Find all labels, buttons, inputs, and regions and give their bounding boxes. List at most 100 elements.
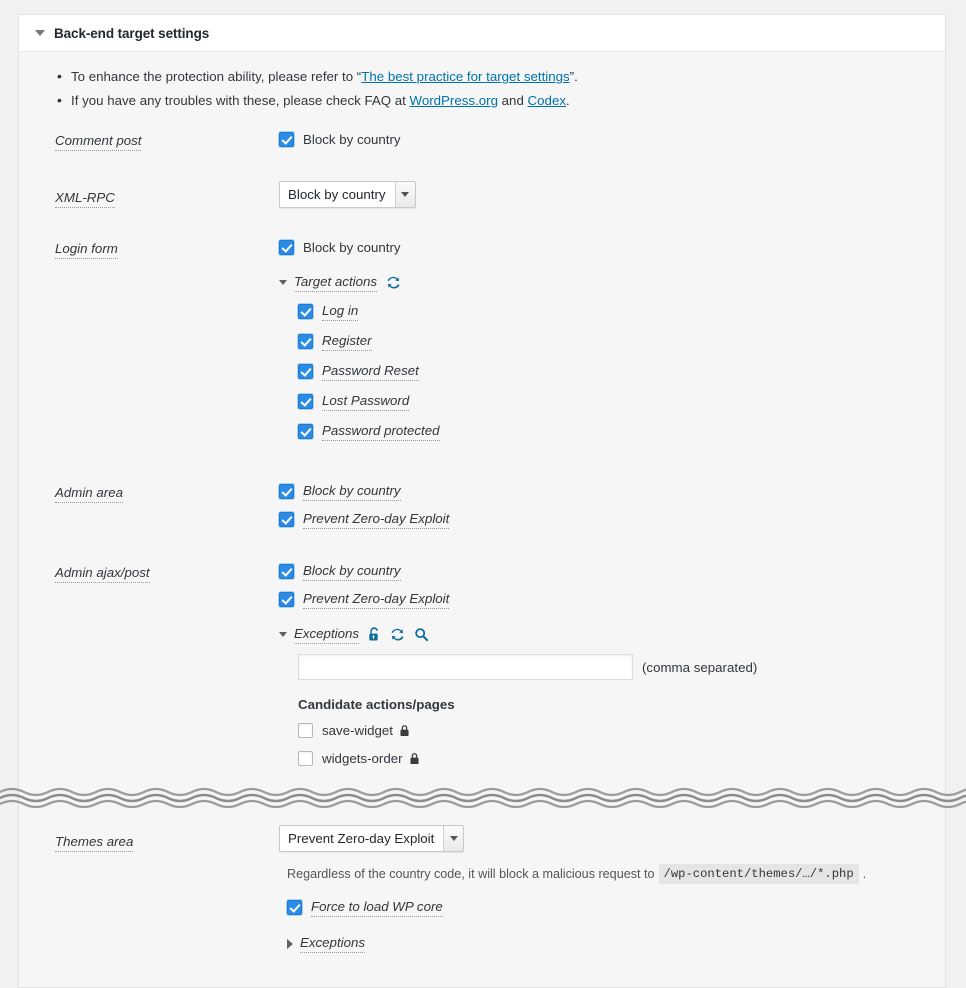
checkbox-force-to-load-wp-core[interactable] — [287, 900, 302, 915]
checkbox-admin-ajax-prevent-zero-day-exploit[interactable] — [279, 592, 294, 607]
checkbox-admin-area-block-by-country[interactable] — [279, 484, 294, 499]
checkbox-row[interactable]: Password Reset — [298, 362, 945, 381]
note-text: ”. — [570, 69, 578, 84]
label-comment-post[interactable]: Comment post — [55, 132, 141, 151]
chevron-right-icon[interactable] — [287, 939, 293, 949]
row-fields-cell: Prevent Zero-day Exploit Regardless of t… — [279, 825, 945, 953]
torn-separator-wrapper — [19, 787, 945, 817]
panel-body: To enhance the protection ability, pleas… — [19, 52, 945, 987]
checkbox-row[interactable]: Force to load WP core — [287, 898, 945, 917]
row-login-form: Login form Block by country Target actio… — [19, 238, 945, 452]
chevron-down-icon[interactable] — [279, 632, 287, 637]
select-themes-area[interactable]: Prevent Zero-day Exploit — [279, 825, 464, 852]
checkbox-row[interactable]: Register — [298, 332, 945, 351]
target-actions-header[interactable]: Target actions — [279, 273, 945, 292]
intro-note-list: To enhance the protection ability, pleas… — [19, 66, 945, 112]
candidate-actions-heading: Candidate actions/pages — [298, 697, 945, 712]
checkbox-row[interactable]: save-widget — [298, 721, 945, 740]
checkbox-row[interactable]: widgets-order — [298, 749, 945, 768]
checkbox-label: Block by country — [303, 482, 401, 501]
row-comment-post: Comment post Block by country — [19, 130, 945, 151]
checkbox-widgets-order[interactable] — [298, 751, 313, 766]
panel-header[interactable]: Back-end target settings — [19, 15, 945, 52]
chevron-down-icon[interactable] — [35, 30, 45, 36]
checkbox-row[interactable]: Block by country — [279, 562, 945, 581]
bottom-spacer — [19, 953, 945, 987]
themes-exceptions-label[interactable]: Exceptions — [300, 934, 365, 953]
checkbox-label: Password Reset — [322, 362, 419, 381]
wordpress-org-link[interactable]: WordPress.org — [410, 93, 498, 108]
checkbox-label: Block by country — [303, 131, 401, 148]
torn-edge-separator — [0, 787, 966, 811]
exceptions-hint: (comma separated) — [642, 660, 757, 675]
note-text: and — [498, 93, 528, 108]
exceptions-label[interactable]: Exceptions — [294, 625, 359, 644]
row-label-cell: Comment post — [55, 130, 279, 151]
row-fields-cell: Block by country Target actions — [279, 238, 945, 452]
select-xml-rpc[interactable]: Block by country — [279, 181, 416, 208]
checkbox-row[interactable]: Prevent Zero-day Exploit — [279, 590, 945, 609]
row-fields-cell: Block by country — [279, 181, 945, 208]
label-admin-ajax-post[interactable]: Admin ajax/post — [55, 564, 150, 583]
checkbox-password-protected[interactable] — [298, 424, 313, 439]
select-value: Block by country — [280, 182, 395, 207]
target-actions-label[interactable]: Target actions — [294, 273, 377, 292]
checkbox-row[interactable]: Log in — [298, 302, 945, 321]
checkbox-label: Password protected — [322, 422, 440, 441]
row-admin-area: Admin area Block by country Prevent Zero… — [19, 482, 945, 529]
checkbox-label: widgets-order — [322, 751, 403, 766]
checkbox-lost-password[interactable] — [298, 394, 313, 409]
checkbox-row[interactable]: Lost Password — [298, 392, 945, 411]
search-icon[interactable] — [414, 627, 429, 642]
list-item: If you have any troubles with these, ple… — [71, 90, 945, 112]
chevron-down-icon[interactable] — [279, 280, 287, 285]
codex-link[interactable]: Codex — [528, 93, 566, 108]
candidate-actions-list: save-widget widgets-ord — [298, 721, 945, 768]
target-actions-items: Log in Register Password Reset — [279, 302, 945, 441]
label-login-form[interactable]: Login form — [55, 240, 118, 259]
refresh-icon[interactable] — [386, 275, 401, 290]
description-text: Regardless of the country code, it will … — [287, 867, 655, 881]
list-item: To enhance the protection ability, pleas… — [71, 66, 945, 88]
label-themes-area[interactable]: Themes area — [55, 833, 133, 852]
best-practice-link[interactable]: The best practice for target settings — [361, 69, 569, 84]
row-fields-cell: Block by country Prevent Zero-day Exploi… — [279, 482, 945, 529]
exceptions-input-row: (comma separated) — [298, 654, 945, 680]
checkbox-row[interactable]: Block by country — [279, 130, 945, 149]
row-fields-cell: Block by country Prevent Zero-day Exploi… — [279, 562, 945, 777]
back-end-target-settings-panel: Back-end target settings To enhance the … — [18, 14, 946, 988]
lock-icon — [399, 724, 410, 737]
checkbox-admin-ajax-block-by-country[interactable] — [279, 564, 294, 579]
checkbox-row[interactable]: Password protected — [298, 422, 945, 441]
checkbox-login-form-block-by-country[interactable] — [279, 240, 294, 255]
themes-exceptions-header[interactable]: Exceptions — [287, 934, 945, 953]
label-admin-area[interactable]: Admin area — [55, 484, 123, 503]
unlock-icon[interactable] — [368, 627, 381, 642]
checkbox-row[interactable]: Prevent Zero-day Exploit — [279, 510, 945, 529]
chevron-down-icon[interactable] — [443, 826, 463, 851]
exceptions-header[interactable]: Exceptions — [279, 625, 945, 644]
checkbox-label: Prevent Zero-day Exploit — [303, 510, 449, 529]
row-label-cell: Themes area — [55, 825, 279, 852]
checkbox-password-reset[interactable] — [298, 364, 313, 379]
label-xml-rpc[interactable]: XML-RPC — [55, 189, 115, 208]
checkbox-save-widget[interactable] — [298, 723, 313, 738]
checkbox-label: Lost Password — [322, 392, 409, 411]
checkbox-admin-area-prevent-zero-day-exploit[interactable] — [279, 512, 294, 527]
checkbox-label: save-widget — [322, 723, 393, 738]
checkbox-row[interactable]: Block by country — [279, 482, 945, 501]
checkbox-row[interactable]: Block by country — [279, 238, 945, 257]
checkbox-comment-post-block-by-country[interactable] — [279, 132, 294, 147]
themes-description: Regardless of the country code, it will … — [287, 864, 945, 884]
checkbox-label: Block by country — [303, 239, 401, 256]
checkbox-register[interactable] — [298, 334, 313, 349]
exceptions-input[interactable] — [298, 654, 633, 680]
refresh-icon[interactable] — [390, 627, 405, 642]
checkbox-label: Prevent Zero-day Exploit — [303, 590, 449, 609]
checkbox-log-in[interactable] — [298, 304, 313, 319]
chevron-down-icon[interactable] — [395, 182, 415, 207]
themes-checkbox-group: Force to load WP core — [287, 898, 945, 917]
checkbox-label: Register — [322, 332, 372, 351]
note-text: . — [566, 93, 570, 108]
row-label-cell: Login form — [55, 238, 279, 259]
